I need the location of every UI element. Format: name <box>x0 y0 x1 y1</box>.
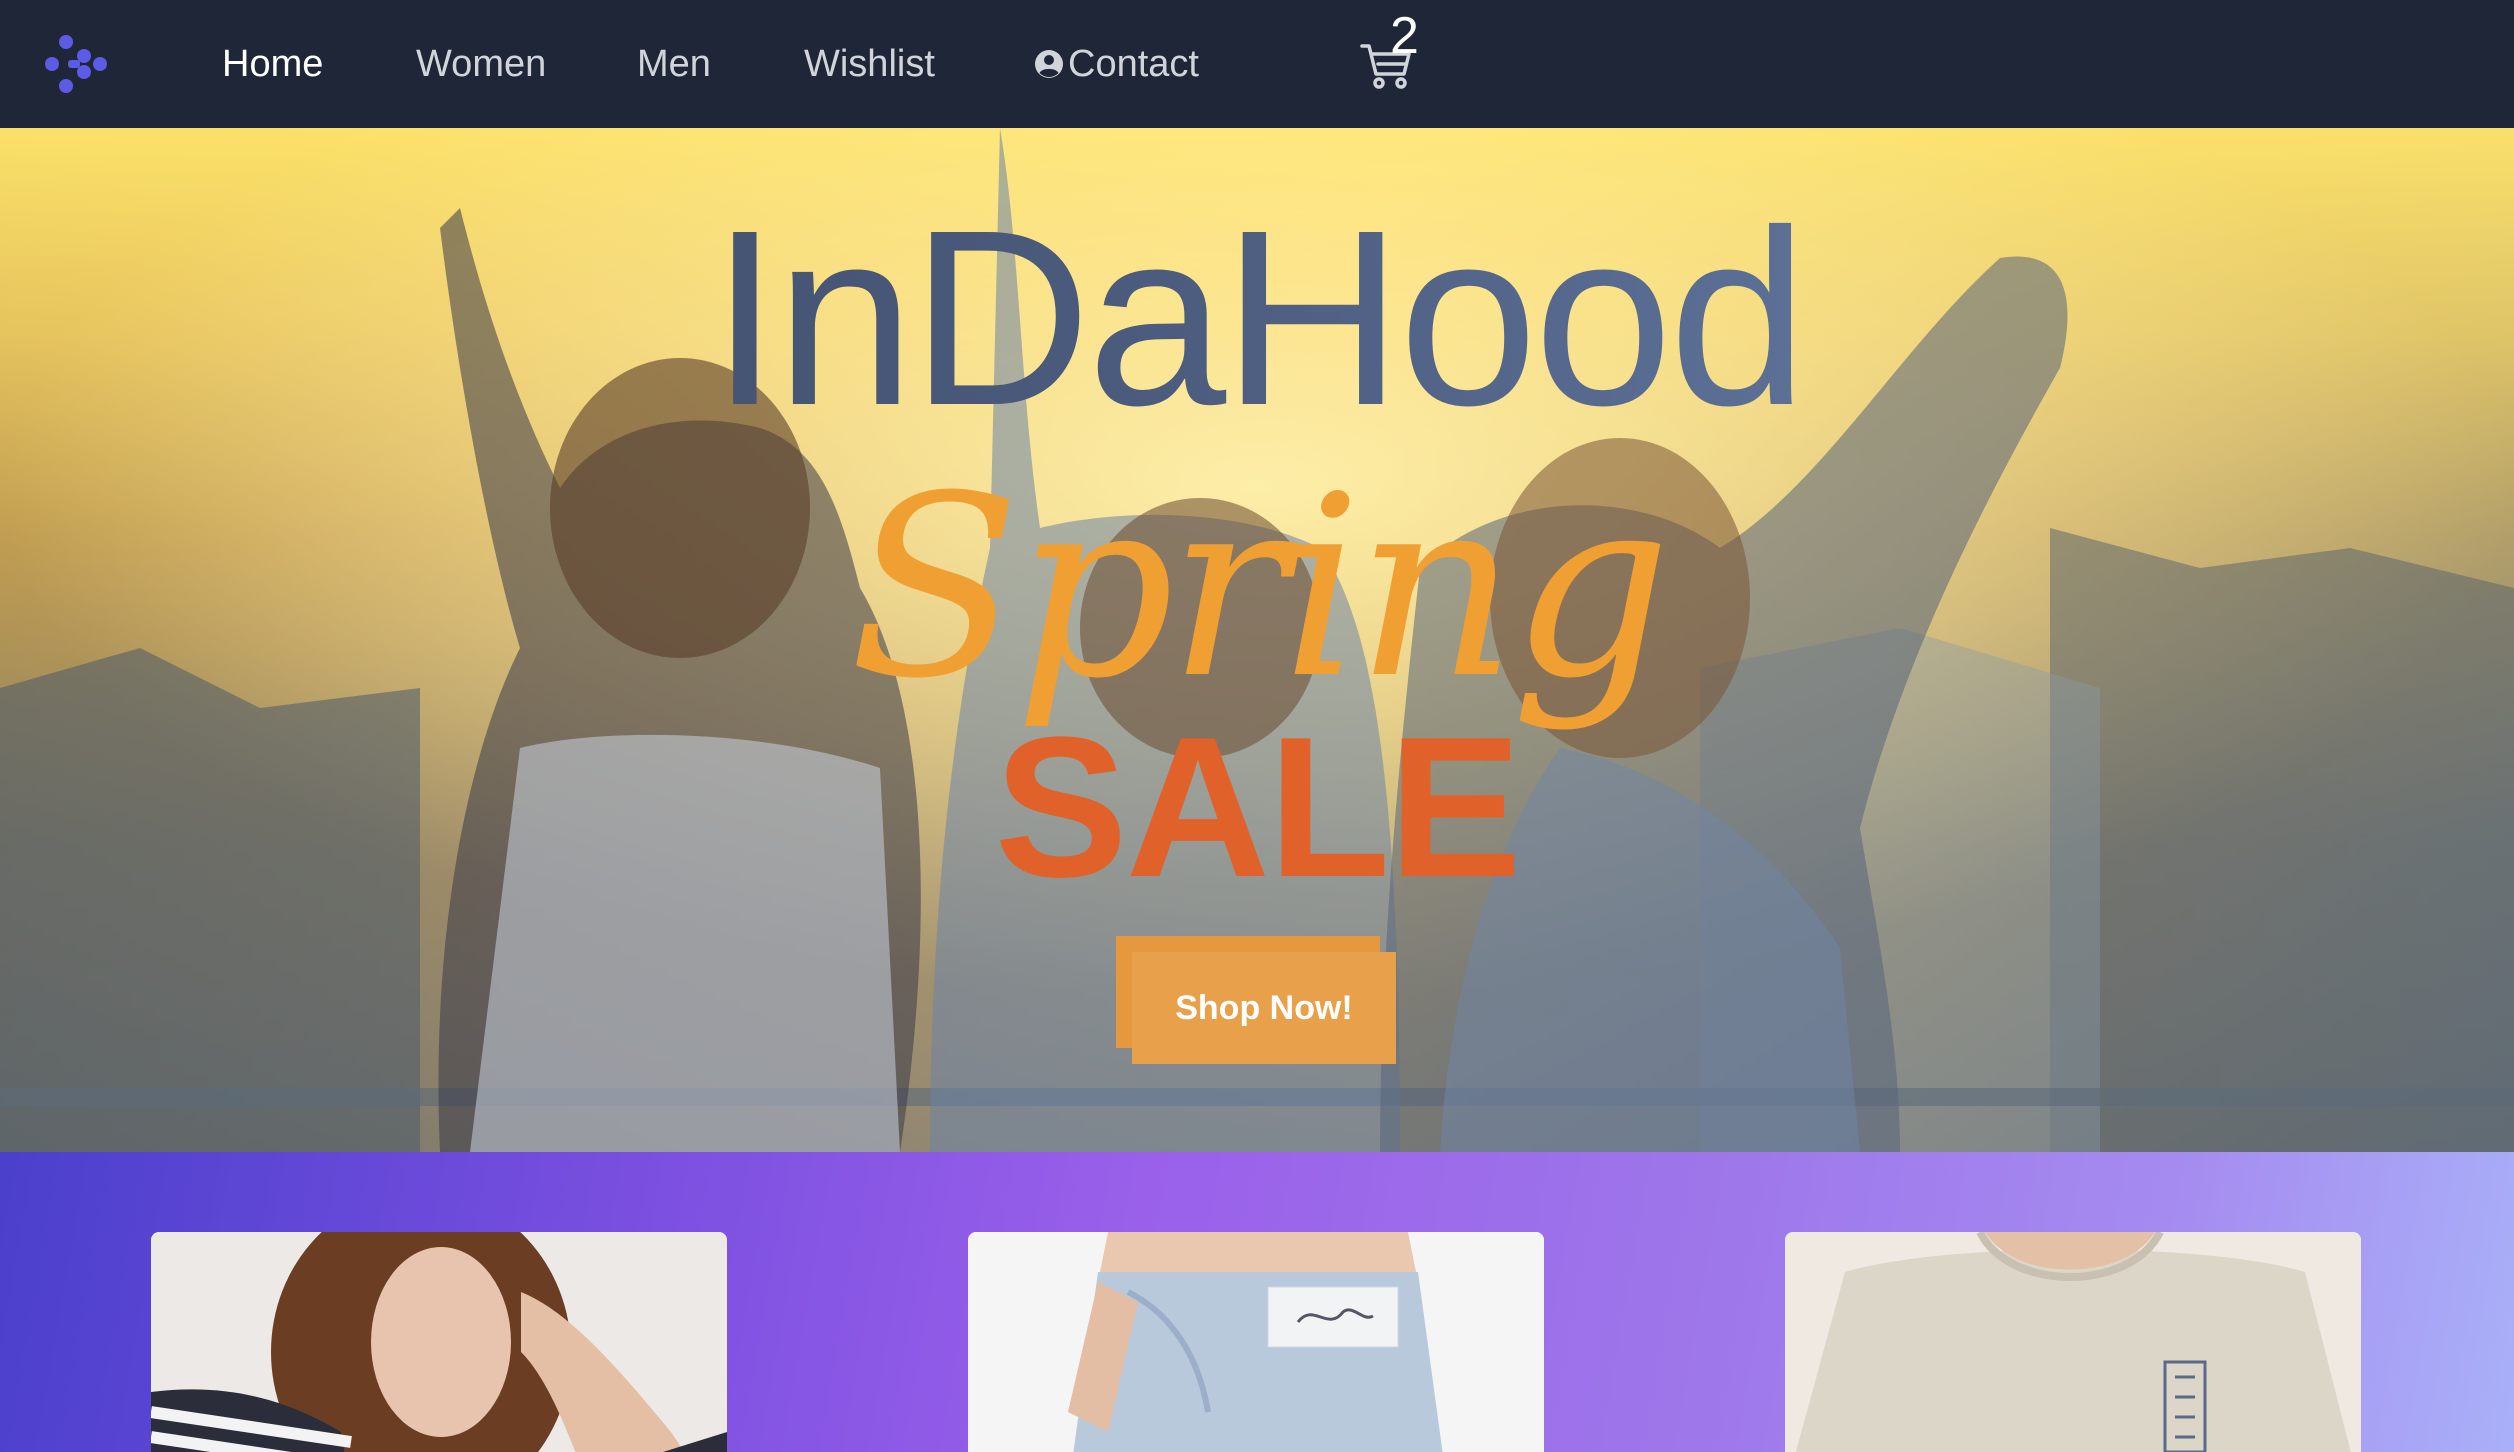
hero-banner: InDaHood Spring SALE Shop Now! <box>0 128 2514 1152</box>
product-card-tee[interactable] <box>1785 1232 2361 1452</box>
sale-tagline: SALE <box>994 696 1521 919</box>
product-card-women[interactable] <box>151 1232 727 1452</box>
user-circle-icon <box>1035 50 1063 78</box>
spring-tagline: Spring <box>849 442 1671 733</box>
nav-contact-link[interactable]: Contact <box>1034 40 1199 88</box>
nav-men-link[interactable]: Men <box>637 40 711 88</box>
nav-home-link[interactable]: Home <box>222 40 323 88</box>
top-navbar: Home Women Men Wishlist Contact 2 <box>0 0 2514 128</box>
nav-wishlist-link[interactable]: Wishlist <box>804 40 935 88</box>
brand-headline: InDaHood <box>0 188 2514 448</box>
product-image-striped-top <box>151 1232 727 1452</box>
product-image-jeans <box>968 1232 1544 1452</box>
brand-logo-icon[interactable] <box>44 34 108 94</box>
nav-contact-label: Contact <box>1068 43 1199 85</box>
featured-products-section <box>0 1152 2514 1452</box>
product-card-jeans[interactable] <box>968 1232 1544 1452</box>
product-image-tee <box>1785 1232 2361 1452</box>
nav-women-link[interactable]: Women <box>416 40 546 88</box>
shop-now-button[interactable]: Shop Now! <box>1132 952 1396 1064</box>
cart-count-badge: 2 <box>1390 7 1419 65</box>
